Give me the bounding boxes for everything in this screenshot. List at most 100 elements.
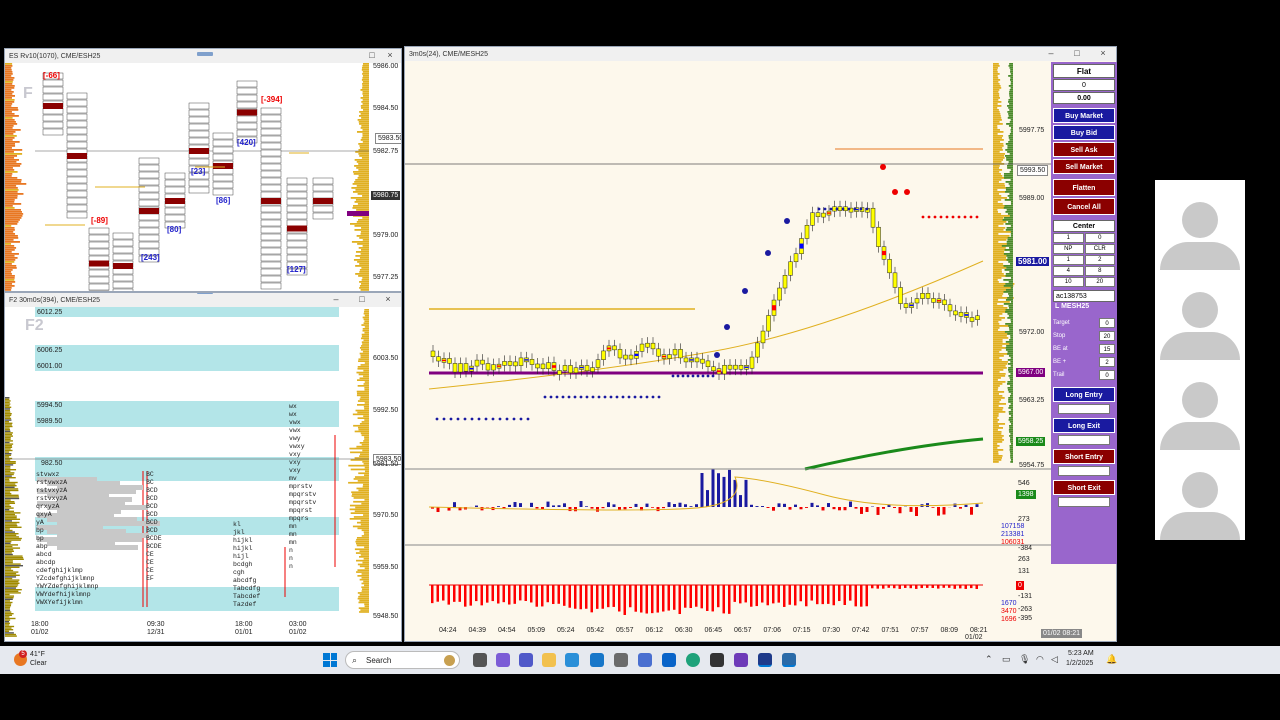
store-icon[interactable] — [565, 653, 579, 667]
delta-bar — [739, 495, 742, 507]
maximize-icon[interactable]: □ — [365, 50, 379, 60]
volume-profile-bar — [993, 449, 1004, 451]
participant-tile[interactable] — [1155, 450, 1245, 540]
participant-tile[interactable] — [1155, 360, 1245, 450]
copilot-icon[interactable] — [496, 653, 510, 667]
maximize-icon[interactable]: □ — [355, 294, 369, 304]
qty-preset[interactable]: 8 — [1084, 266, 1115, 276]
qty-preset[interactable]: 4 — [1053, 266, 1084, 276]
start-button[interactable] — [323, 653, 337, 667]
volume-icon[interactable]: ◁ — [1051, 654, 1058, 665]
long-entry-dropdown[interactable] — [1058, 404, 1110, 414]
account-select[interactable]: ac138753 — [1053, 290, 1115, 302]
cumulative-delta-bar — [535, 585, 538, 607]
flatten-button[interactable]: Flatten — [1053, 179, 1115, 196]
be-plus-input[interactable]: 2 — [1099, 356, 1115, 367]
chart-canvas[interactable]: 5997.75 5989.00 5972.00 5963.25 5954.75 … — [405, 61, 1116, 641]
close-icon[interactable]: × — [383, 50, 397, 60]
chart-canvas[interactable]: F2 6012.25 6006.25 6001.00 5994.50 5989.… — [5, 307, 401, 641]
volume-profile-bar — [5, 438, 11, 440]
center-button[interactable]: Center — [1053, 220, 1115, 232]
short-entry-button[interactable]: Short Entry — [1053, 449, 1115, 464]
short-exit-button[interactable]: Short Exit — [1053, 480, 1115, 495]
clock-time[interactable]: 5:23 AM — [1068, 650, 1094, 657]
task-view-icon[interactable] — [473, 653, 487, 667]
volume-profile-bar — [1007, 351, 1013, 353]
be-at-input[interactable]: 15 — [1099, 343, 1115, 354]
window-titlebar[interactable]: ES Rv10(1070), CME/ESH25 □ × — [5, 49, 401, 63]
qty-input[interactable]: 1 — [1053, 233, 1084, 243]
cumulative-delta-bar — [618, 585, 621, 612]
visual-studio-icon[interactable] — [734, 653, 748, 667]
buy-bid-button[interactable]: Buy Bid — [1053, 125, 1115, 140]
clock-date[interactable]: 1/2/2025 — [1066, 660, 1093, 667]
volume-profile-bar — [993, 207, 1005, 209]
volume-profile-bar — [1004, 155, 1013, 157]
mail-icon[interactable] — [590, 653, 604, 667]
file-explorer-icon[interactable] — [542, 653, 556, 667]
stop-input[interactable]: 20 — [1099, 330, 1115, 341]
app-icon[interactable] — [782, 653, 796, 667]
short-exit-dropdown[interactable] — [1058, 497, 1110, 507]
long-exit-dropdown[interactable] — [1058, 435, 1110, 445]
volume-profile-bar — [5, 263, 12, 265]
cancel-all-button[interactable]: Cancel All — [1053, 198, 1115, 215]
position-qty: 0 — [1053, 79, 1115, 91]
tpo-row: BCDE — [146, 543, 162, 550]
weather-widget[interactable]: 5 41°F Clear — [12, 650, 72, 670]
participant-tile[interactable] — [1155, 270, 1245, 360]
window-titlebar[interactable]: F2 30m0s(394), CME/ESH25 – □ × — [5, 293, 401, 307]
settings-icon[interactable] — [614, 653, 628, 667]
osc-scale: -263 — [1018, 606, 1033, 613]
chevron-up-icon[interactable]: ⌃ — [985, 654, 993, 665]
volume-profile-bar — [5, 101, 15, 103]
target-input[interactable]: 0 — [1099, 317, 1115, 328]
window-drag-grip[interactable] — [197, 52, 213, 56]
window-titlebar[interactable]: 3m0s(24), CME/MESH25 – □ × — [405, 47, 1116, 61]
es-range-chart-window[interactable]: ES Rv10(1070), CME/ESH25 □ × F 5986.00 5… — [4, 48, 402, 292]
qty-offset[interactable]: 0 — [1084, 233, 1115, 243]
edge-icon[interactable] — [686, 653, 700, 667]
qty-preset[interactable]: 2 — [1084, 255, 1115, 265]
tpo-profile-window[interactable]: F2 30m0s(394), CME/ESH25 – □ × F2 6012.2… — [4, 292, 402, 642]
volume-profile-bar — [358, 169, 369, 171]
close-icon[interactable]: × — [1096, 48, 1110, 58]
sell-ask-button[interactable]: Sell Ask — [1053, 142, 1115, 157]
candle-body — [639, 343, 645, 352]
volume-profile-bar — [364, 310, 369, 313]
teams-icon[interactable] — [519, 653, 533, 667]
long-entry-button[interactable]: Long Entry — [1053, 387, 1115, 402]
taskbar-search[interactable]: ⌕ Search — [345, 651, 460, 669]
outlook-icon[interactable] — [662, 653, 676, 667]
window-drag-grip[interactable] — [197, 293, 213, 294]
qty-preset[interactable]: 1 — [1053, 255, 1084, 265]
minimize-icon[interactable]: – — [1044, 48, 1058, 58]
wifi-icon[interactable]: ◠ — [1036, 654, 1044, 665]
media-icon[interactable] — [638, 653, 652, 667]
notifications-icon[interactable]: 🔔 — [1106, 654, 1117, 665]
maximize-icon[interactable]: □ — [1070, 48, 1084, 58]
qty-preset[interactable]: 10 — [1053, 277, 1084, 287]
signal-dot — [880, 164, 886, 170]
np-button[interactable]: NP — [1053, 244, 1084, 254]
trail-input[interactable]: 0 — [1099, 369, 1115, 380]
clr-button[interactable]: CLR — [1084, 244, 1115, 254]
minimize-icon[interactable]: – — [329, 294, 343, 304]
network-icon[interactable]: ▭ — [1002, 654, 1011, 665]
volume-profile-bar — [5, 547, 21, 549]
delta-bar — [684, 504, 687, 507]
participant-tile[interactable] — [1155, 180, 1245, 270]
volume-profile-bar — [1010, 321, 1013, 323]
chart-canvas[interactable]: F 5986.00 5984.50 5982.75 5979.00 5977.2… — [5, 63, 401, 291]
short-entry-dropdown[interactable] — [1058, 466, 1110, 476]
buy-market-button[interactable]: Buy Market — [1053, 108, 1115, 123]
signal-dot — [615, 395, 619, 399]
microphone-icon[interactable]: 🎙 — [1019, 654, 1030, 665]
app-icon[interactable] — [758, 653, 772, 667]
app-icon[interactable] — [710, 653, 724, 667]
main-candle-chart-window[interactable]: 3m0s(24), CME/MESH25 – □ × 5997.75 5989.… — [404, 46, 1117, 642]
long-exit-button[interactable]: Long Exit — [1053, 418, 1115, 433]
close-icon[interactable]: × — [381, 294, 395, 304]
qty-preset[interactable]: 20 — [1084, 277, 1115, 287]
sell-market-button[interactable]: Sell Market — [1053, 159, 1115, 174]
